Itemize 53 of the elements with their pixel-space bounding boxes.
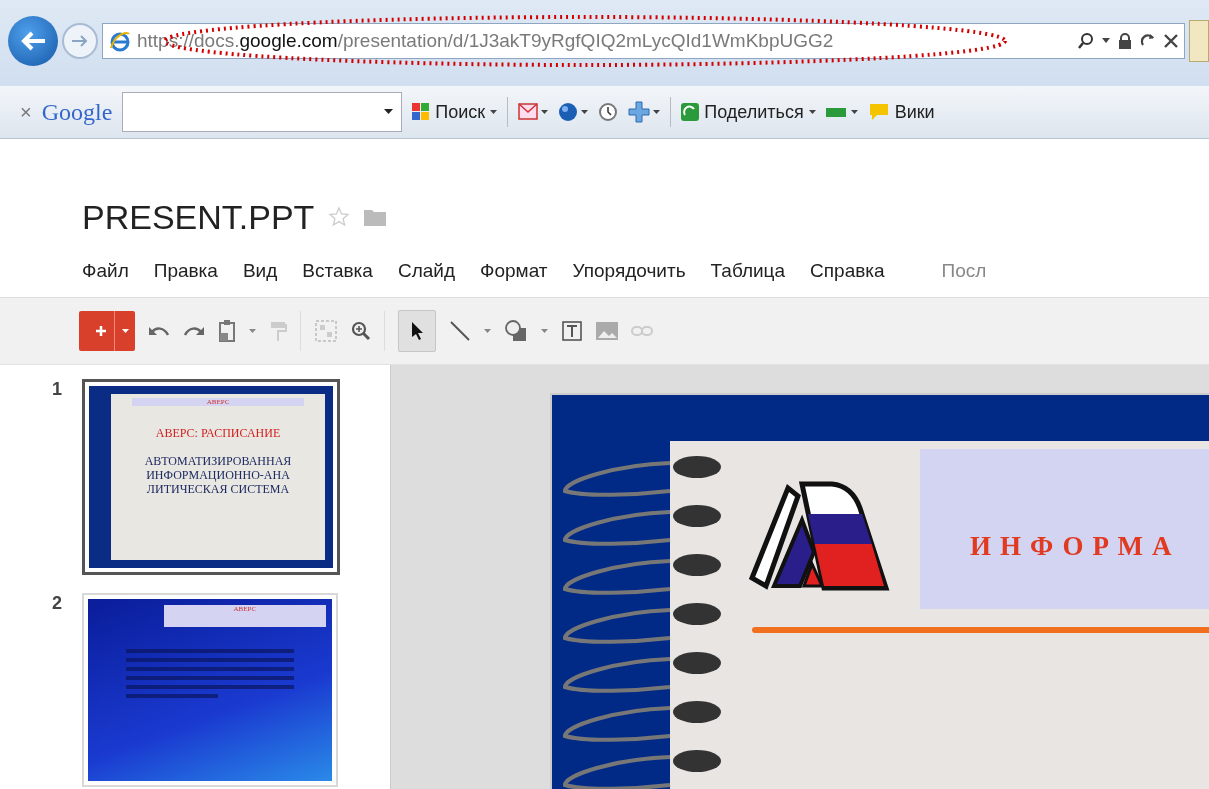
close-toolbar-button[interactable]: × bbox=[20, 100, 32, 124]
last-edit-note: Посл bbox=[941, 260, 987, 282]
menu-item[interactable]: Вид bbox=[242, 260, 278, 282]
new-slide-button[interactable] bbox=[79, 311, 135, 351]
menu-item[interactable]: Вставка bbox=[302, 260, 373, 282]
star-icon[interactable] bbox=[328, 206, 351, 228]
caret-icon bbox=[808, 109, 816, 115]
zoom-icon[interactable] bbox=[351, 321, 371, 341]
wiki-button[interactable]: Вики bbox=[867, 101, 935, 123]
lock-icon[interactable] bbox=[1118, 33, 1132, 49]
squares-icon bbox=[412, 103, 431, 121]
back-arrow-icon bbox=[19, 30, 47, 52]
pointer-icon bbox=[410, 321, 424, 341]
thumbnail-heading: АВЕРС: РАСПИСАНИЕ bbox=[155, 426, 281, 441]
shape-icon[interactable] bbox=[504, 319, 528, 343]
pointer-tool[interactable] bbox=[398, 310, 436, 352]
mail-icon[interactable] bbox=[518, 102, 549, 122]
plus-icon bbox=[95, 325, 107, 337]
browser-logo-icon bbox=[109, 30, 131, 52]
menu-item[interactable]: Формат bbox=[480, 260, 548, 282]
google-logo: Google bbox=[41, 98, 113, 126]
thumbnail-title: АВТОМАТИЗИРОВАННАЯ ИНФОРМАЦИОННО-АНА ЛИТИЧЕСКАЯ СИСТЕМА bbox=[143, 455, 293, 497]
document-title: PRESENT.PPT bbox=[82, 197, 315, 237]
menu-item[interactable]: Слайд bbox=[397, 260, 455, 282]
scrollbar[interactable] bbox=[390, 365, 405, 789]
line-icon[interactable] bbox=[449, 320, 471, 342]
slide-number: 1 bbox=[52, 379, 63, 401]
search-icon[interactable] bbox=[1078, 32, 1094, 50]
paste-icon[interactable] bbox=[218, 319, 236, 343]
back-button[interactable] bbox=[8, 16, 58, 66]
caret-icon bbox=[122, 328, 129, 334]
menu-item[interactable]: Файл bbox=[82, 260, 129, 282]
caret-icon[interactable] bbox=[1102, 38, 1110, 44]
menu-item[interactable]: Справка bbox=[810, 260, 885, 282]
menu-item[interactable]: Правка bbox=[153, 260, 218, 282]
search-button[interactable]: Поиск bbox=[412, 101, 498, 123]
share-icon bbox=[681, 103, 700, 121]
slide-header-text: ИНФОРМА bbox=[970, 530, 1181, 562]
slide-number: 2 bbox=[52, 593, 63, 615]
globe-icon[interactable] bbox=[558, 102, 589, 122]
forward-arrow-icon bbox=[71, 34, 89, 48]
share-button[interactable]: Поделиться bbox=[681, 101, 816, 123]
plus-icon[interactable] bbox=[628, 101, 661, 123]
bar-dropdown-icon[interactable] bbox=[825, 105, 858, 119]
menu-item[interactable]: Упорядочить bbox=[572, 260, 686, 282]
text-box-icon[interactable] bbox=[561, 320, 583, 342]
speech-bubble-icon bbox=[867, 102, 890, 122]
caret-icon[interactable] bbox=[384, 109, 394, 115]
caret-icon bbox=[490, 109, 498, 115]
clock-icon[interactable] bbox=[598, 102, 619, 122]
search-field[interactable] bbox=[122, 92, 403, 132]
menu-item[interactable]: Таблица bbox=[710, 260, 786, 282]
close-icon[interactable] bbox=[1164, 34, 1178, 48]
